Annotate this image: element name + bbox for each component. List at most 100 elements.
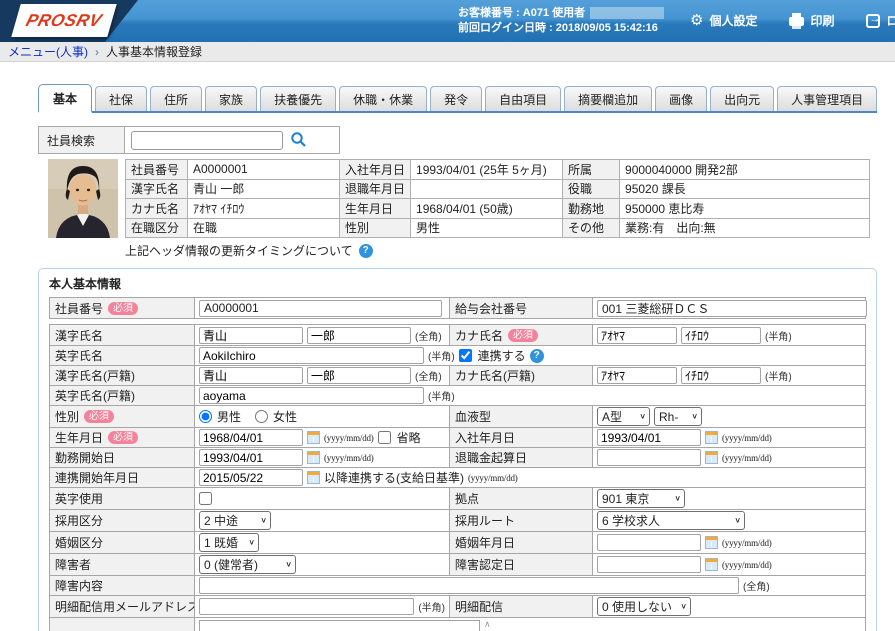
mail-delivery-select[interactable]: 0 使用しない∨ (597, 597, 691, 616)
chevron-down-icon: ∨ (285, 560, 292, 569)
gender-male-radio[interactable] (199, 410, 212, 423)
scroll-up-icon[interactable]: ∧ (484, 620, 491, 629)
field-label: 生年月日 (340, 199, 411, 219)
koseki-english-name-input[interactable] (199, 387, 424, 404)
marriage-date-input[interactable] (597, 534, 701, 551)
field-label-english-name: 英字氏名 (50, 346, 194, 365)
koseki-kanji-last-input[interactable] (199, 367, 303, 384)
personal-settings-button[interactable]: ⚙ 個人設定 (690, 12, 757, 29)
disability-date-input[interactable] (597, 556, 701, 573)
date-format-hint: (yyyy/mm/dd) (468, 473, 518, 483)
tab-free-items[interactable]: 自由項目 (485, 86, 561, 111)
blood-type-select[interactable]: A型∨ (597, 407, 650, 426)
tab-leave[interactable]: 休職・休業 (339, 86, 427, 111)
koseki-kana-last-input[interactable] (597, 367, 677, 384)
kanji-first-name-input[interactable] (307, 327, 411, 344)
logo-plate: PROSRV (11, 4, 116, 37)
tab-hr-management-items[interactable]: 人事管理項目 (777, 86, 877, 111)
print-button[interactable]: 印刷 (789, 12, 834, 29)
employee-search-bar: 社員検索 (38, 126, 340, 154)
calendar-icon[interactable] (705, 431, 718, 444)
form-row-koseki-name: 漢字氏名(戸籍) (全角) カナ氏名(戸籍) (半角) (50, 365, 865, 385)
logout-button[interactable]: ログアウト (866, 12, 895, 29)
blood-rh-select[interactable]: Rh-∨ (654, 407, 702, 426)
hire-type-select[interactable]: 2 中途∨ (199, 511, 271, 530)
prosrv-logo[interactable]: PROSRV (0, 0, 138, 42)
tab-appointment[interactable]: 発令 (430, 86, 482, 111)
mail-address-input[interactable] (199, 598, 414, 615)
breadcrumb-menu-link[interactable]: メニュー(人事) (8, 43, 88, 60)
table-row: 在職区分 在職 性別 男性 その他 業務:有 出向:無 (126, 218, 870, 238)
field-label: 勤務地 (563, 199, 620, 219)
tab-dependent-priority[interactable]: 扶養優先 (260, 86, 336, 111)
field-label-kanji-name-koseki: 漢字氏名(戸籍) (50, 366, 194, 385)
calendar-icon[interactable] (307, 431, 320, 444)
field-label: 退職年月日 (340, 179, 411, 199)
calendar-icon[interactable] (307, 451, 320, 464)
hire-route-select[interactable]: 6 学校求人∨ (597, 511, 745, 530)
gender-female-option[interactable]: 女性 (255, 408, 297, 425)
gender-male-option[interactable]: 男性 (199, 408, 241, 425)
help-icon[interactable]: ? (530, 349, 544, 363)
calendar-icon[interactable] (705, 451, 718, 464)
kana-first-name-input[interactable] (681, 327, 761, 344)
tab-summary-column[interactable]: 摘要欄追加 (564, 86, 652, 111)
link-start-date-input[interactable] (199, 469, 303, 486)
english-name-input[interactable] (199, 347, 424, 364)
link-start-note: 以降連携する(支給日基準) (324, 469, 464, 486)
header-note-text: 上記ヘッダ情報の更新タイミングについて (125, 242, 353, 259)
field-value (411, 179, 563, 199)
employee-search-input[interactable] (131, 131, 283, 150)
tab-social-insurance[interactable]: 社保 (95, 86, 147, 111)
marriage-type-select[interactable]: 1 既婚∨ (199, 533, 259, 552)
link-checkbox[interactable] (459, 349, 472, 362)
remarks-textarea[interactable] (199, 620, 480, 631)
field-value: 青山 一郎 (188, 179, 340, 199)
birth-date-input[interactable] (199, 429, 303, 446)
field-label-kanji-name: 漢字氏名 (50, 325, 194, 345)
logout-label: ログアウト (886, 12, 895, 29)
disability-select[interactable]: 0 (健常者)∨ (199, 555, 296, 574)
tab-address[interactable]: 住所 (150, 86, 202, 111)
calendar-icon[interactable] (307, 471, 320, 484)
halfwidth-hint: (半角) (765, 368, 792, 383)
calendar-icon[interactable] (705, 536, 718, 549)
koseki-kana-first-input[interactable] (681, 367, 761, 384)
search-button[interactable] (290, 131, 307, 149)
tab-basic[interactable]: 基本 (38, 84, 92, 113)
field-value: 1968/04/01 (50歳) (411, 199, 563, 219)
tab-bar: 基本 社保 住所 家族 扶養優先 休職・休業 発令 自由項目 摘要欄追加 画像 … (38, 84, 877, 113)
payroll-company-value: 001 三菱総研ＤＣＳ (597, 300, 867, 317)
logout-icon (866, 14, 880, 28)
kana-last-name-input[interactable] (597, 327, 677, 344)
field-label-remarks: 備考 (50, 618, 194, 631)
gender-female-radio[interactable] (255, 410, 268, 423)
field-label-gender: 性別 必須 (50, 406, 194, 427)
calendar-icon[interactable] (705, 558, 718, 571)
date-format-hint: (yyyy/mm/dd) (722, 433, 772, 443)
employee-no-value: A0000001 (199, 300, 442, 317)
severance-base-date-input[interactable] (597, 449, 701, 466)
textarea-scrollbar[interactable]: ∧ ∨ (484, 620, 491, 631)
koseki-kanji-first-input[interactable] (307, 367, 411, 384)
field-value: 95020 課長 (620, 179, 870, 199)
gear-icon: ⚙ (690, 13, 703, 28)
birth-date-omit-checkbox[interactable] (378, 431, 391, 444)
halfwidth-hint: (半角) (418, 599, 445, 614)
help-icon[interactable]: ? (359, 244, 373, 258)
tab-family[interactable]: 家族 (205, 86, 257, 111)
field-label: 所属 (563, 160, 620, 180)
tab-image[interactable]: 画像 (655, 86, 707, 111)
field-value: 950000 恵比寿 (620, 199, 870, 219)
english-use-checkbox[interactable] (199, 492, 212, 505)
chevron-down-icon: ∨ (734, 516, 741, 525)
work-start-date-input[interactable] (199, 449, 303, 466)
location-select[interactable]: 901 東京∨ (597, 489, 685, 508)
form-row-marriage: 婚姻区分 1 既婚∨ 婚姻年月日 (yyyy/mm/dd) (50, 531, 865, 553)
kanji-last-name-input[interactable] (199, 327, 303, 344)
field-label-disability: 障害者 (50, 554, 194, 575)
tab-secondment-source[interactable]: 出向元 (710, 86, 774, 111)
printer-icon (789, 17, 804, 26)
disability-detail-input[interactable] (199, 577, 739, 594)
hire-date-input[interactable] (597, 429, 701, 446)
